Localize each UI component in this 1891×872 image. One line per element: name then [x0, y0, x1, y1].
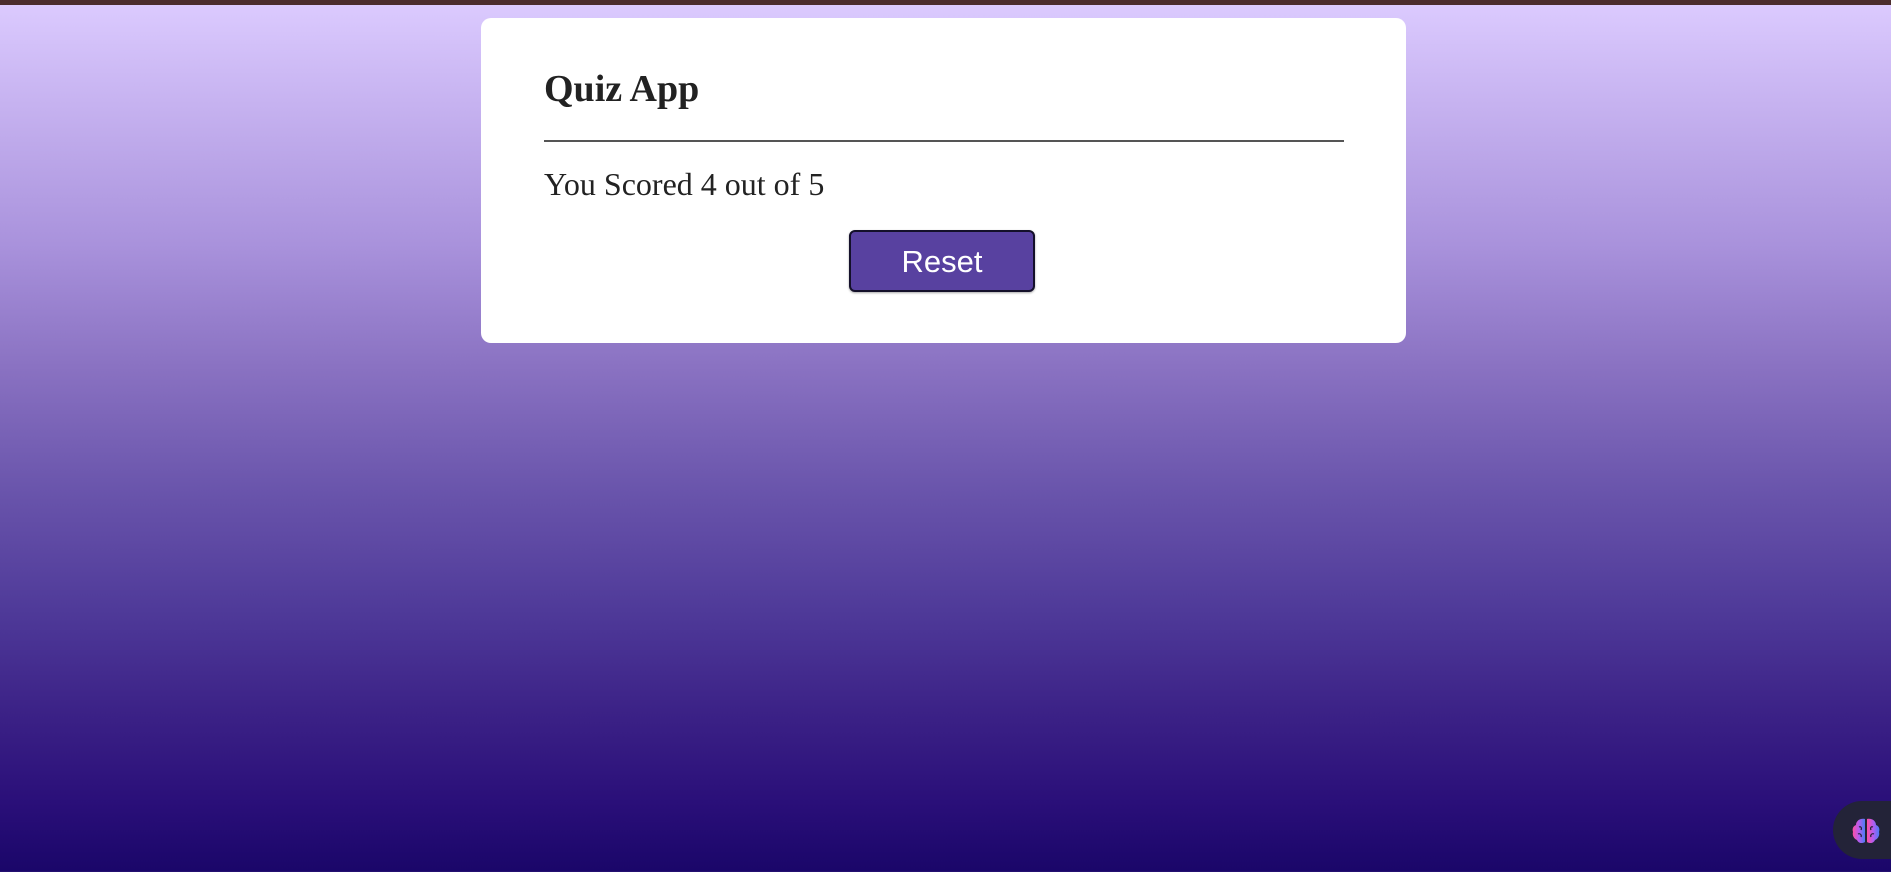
extension-floating-button[interactable] — [1833, 801, 1891, 859]
page-title: Quiz App — [544, 68, 700, 110]
reset-button[interactable]: Reset — [849, 230, 1035, 292]
divider — [544, 140, 1344, 142]
score-text: You Scored 4 out of 5 — [544, 166, 825, 202]
brain-icon — [1852, 818, 1880, 844]
top-bar — [0, 0, 1891, 5]
quiz-card: Quiz App You Scored 4 out of 5 Reset — [481, 18, 1406, 343]
